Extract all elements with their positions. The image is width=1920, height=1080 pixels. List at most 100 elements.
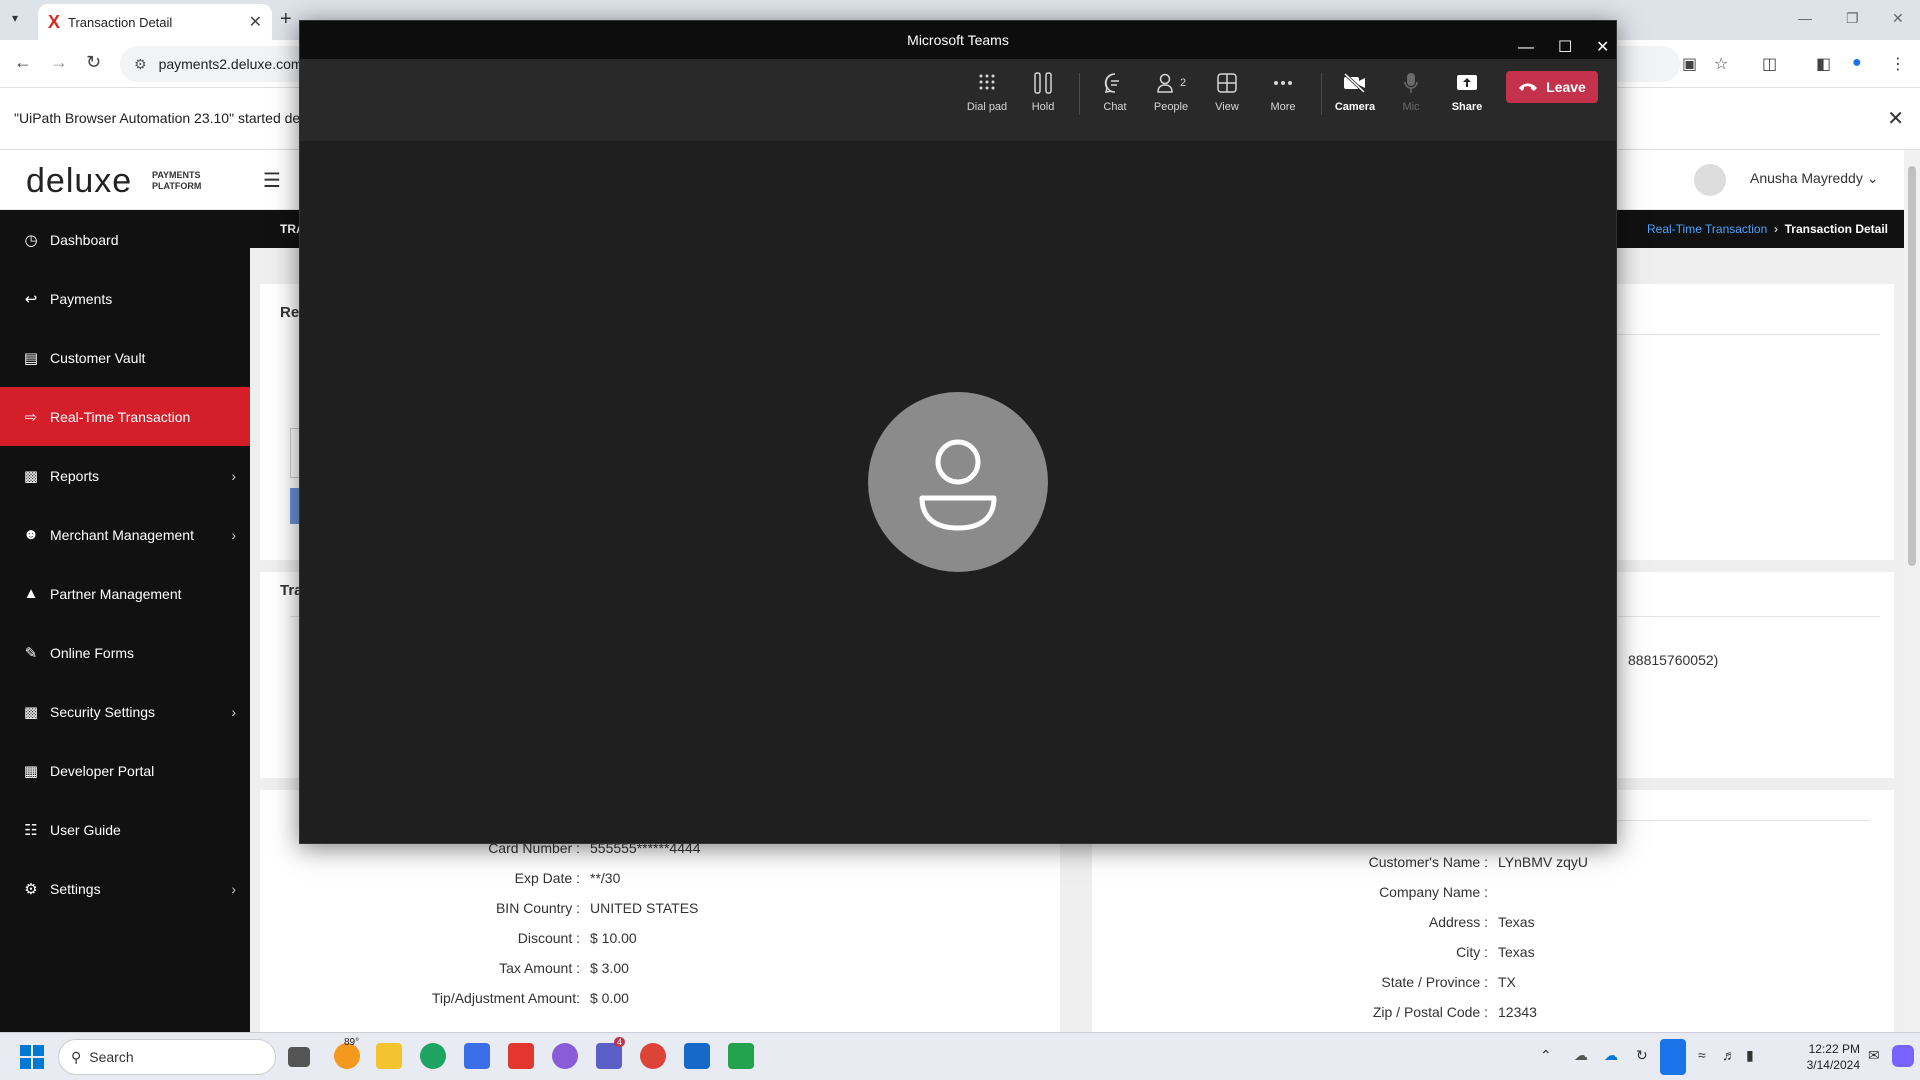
teams-titlebar[interactable]: Microsoft Teams — ☐ ✕ — [300, 21, 1616, 59]
page-scrollbar[interactable] — [1904, 150, 1920, 1032]
camera-button[interactable]: Camera — [1328, 69, 1382, 113]
pause-icon — [1016, 69, 1070, 97]
user-avatar[interactable] — [1694, 164, 1726, 196]
vault-icon: ▤ — [23, 349, 39, 367]
sidepanel-icon[interactable]: ◧ — [1816, 54, 1836, 74]
dialpad-label: Dial pad — [966, 101, 1008, 113]
sidebar-item-label: Online Forms — [50, 644, 135, 661]
sidebar-item-label: Reports — [50, 467, 100, 484]
task-view-icon[interactable] — [288, 1047, 310, 1067]
scrollbar-thumb[interactable] — [1908, 166, 1916, 566]
logo-subtitle: PAYMENTS PLATFORM — [152, 170, 201, 192]
sidebar-item-developer-portal[interactable]: ▦ Developer Portal — [0, 741, 250, 800]
wifi-icon[interactable]: ≈ — [1698, 1047, 1706, 1063]
battery-icon[interactable]: ▮ — [1746, 1047, 1754, 1064]
sidebar-item-reports[interactable]: ▩ Reports › — [0, 446, 250, 505]
profile-icon[interactable]: ● — [1852, 54, 1872, 74]
field-tax-amount: Tax Amount : $ 3.00 — [260, 960, 629, 976]
mic-tray-icon[interactable] — [1660, 1039, 1686, 1075]
sidebar-item-user-guide[interactable]: ☷ User Guide — [0, 800, 250, 859]
tab-title: Transaction Detail — [68, 14, 173, 30]
wps-icon[interactable] — [508, 1043, 534, 1069]
sidebar-item-label: Real-Time Transaction — [50, 408, 191, 425]
edge-icon[interactable] — [420, 1043, 446, 1069]
sidebar-item-settings[interactable]: ⚙ Settings › — [0, 859, 250, 918]
sidebar-item-security-settings[interactable]: ▩ Security Settings › — [0, 682, 250, 741]
file-explorer-icon[interactable] — [376, 1043, 402, 1069]
tab-search-icon[interactable]: ▾ — [12, 11, 18, 25]
field-company-name: Company Name : — [1092, 884, 1498, 900]
menu-kebab-icon[interactable]: ⋮ — [1890, 54, 1910, 74]
sidebar-item-dashboard[interactable]: ◷ Dashboard — [0, 210, 250, 269]
leave-call-button[interactable]: Leave — [1506, 71, 1598, 103]
sidebar-item-merchant-management[interactable]: ☻ Merchant Management › — [0, 505, 250, 564]
guide-icon: ☷ — [24, 821, 38, 839]
tray-chevron-icon[interactable]: ⌃ — [1540, 1047, 1552, 1064]
cloud-icon[interactable]: ☁ — [1574, 1047, 1588, 1064]
uipath-icon[interactable] — [728, 1043, 754, 1069]
dialpad-button[interactable]: Dial pad — [960, 69, 1014, 113]
volume-icon[interactable]: ♬ — [1722, 1047, 1736, 1063]
card-icon[interactable]: ▣ — [1682, 54, 1702, 74]
field-label: Customer's Name : — [1368, 854, 1488, 870]
new-tab-button[interactable]: + — [280, 8, 292, 31]
forward-icon[interactable]: → — [50, 52, 68, 73]
store-icon[interactable] — [464, 1043, 490, 1069]
minimize-icon[interactable]: — — [1798, 10, 1812, 26]
field-value: **/30 — [590, 870, 621, 886]
tab-close-icon[interactable]: ✕ — [249, 12, 262, 32]
sync-icon[interactable]: ↻ — [1636, 1047, 1648, 1064]
windows-start-icon[interactable] — [20, 1045, 44, 1069]
breadcrumb-link[interactable]: Real-Time Transaction — [1647, 222, 1767, 236]
field-value: UNITED STATES — [590, 900, 699, 916]
mic-button[interactable]: Mic — [1384, 69, 1438, 113]
notification-bell-icon[interactable]: ✉ — [1868, 1047, 1880, 1064]
restore-icon[interactable]: ❐ — [1846, 10, 1859, 27]
sidebar-item-online-forms[interactable]: ✎ Online Forms — [0, 623, 250, 682]
person-icon — [919, 439, 997, 531]
chat-button[interactable]: Chat — [1088, 69, 1142, 113]
sidebar-item-partner-management[interactable]: ▲ Partner Management — [0, 564, 250, 623]
extensions-icon[interactable]: ◫ — [1762, 54, 1782, 74]
chrome-icon[interactable] — [640, 1043, 666, 1069]
back-icon[interactable]: ← — [14, 52, 32, 73]
copilot-icon[interactable] — [1892, 1045, 1914, 1067]
card-title: Re — [280, 304, 300, 321]
deluxe-logo[interactable]: deluxe — [26, 162, 132, 201]
field-label: Tax Amount : — [499, 960, 580, 976]
people-button[interactable]: 2 People — [1144, 69, 1198, 113]
field-value: Texas — [1498, 944, 1535, 960]
reports-icon: ▩ — [23, 467, 39, 485]
sidebar-item-customer-vault[interactable]: ▤ Customer Vault — [0, 328, 250, 387]
magnifier-app-icon[interactable] — [552, 1043, 578, 1069]
field-label: State / Province : — [1381, 974, 1488, 990]
onedrive-icon[interactable]: ☁ — [1604, 1047, 1618, 1064]
taskbar-search[interactable]: ⚲ Search — [58, 1039, 276, 1075]
sidebar-item-real-time-transaction[interactable]: ⇨ Real-Time Transaction — [0, 387, 250, 446]
field-label: Tip/Adjustment Amount: — [431, 990, 580, 1006]
hold-button[interactable]: Hold — [1016, 69, 1070, 113]
more-button[interactable]: More — [1256, 69, 1310, 113]
view-button[interactable]: View — [1200, 69, 1254, 113]
bookmark-star-icon[interactable]: ☆ — [1714, 54, 1734, 74]
sidebar-item-payments[interactable]: ↩ Payments — [0, 269, 250, 328]
skype-icon[interactable] — [684, 1043, 710, 1069]
field-bin-country: BIN Country : UNITED STATES — [260, 900, 698, 916]
divider — [1580, 334, 1880, 335]
reload-icon[interactable]: ↻ — [86, 52, 101, 73]
infobar-close-icon[interactable]: ✕ — [1887, 106, 1904, 131]
sidebar-item-label: Settings — [50, 880, 101, 897]
site-info-icon[interactable]: ⚙ — [134, 56, 147, 73]
browser-tab[interactable]: X Transaction Detail ✕ — [38, 4, 272, 40]
camera-off-icon — [1328, 69, 1382, 97]
people-count: 2 — [1179, 77, 1187, 89]
hamburger-menu-icon[interactable]: ☰ — [263, 168, 281, 193]
clock-time: 12:22 PM — [1808, 1042, 1860, 1056]
user-name-menu[interactable]: Anusha Mayreddy ⌄ — [1750, 170, 1878, 187]
field-label: BIN Country : — [495, 900, 580, 916]
taskbar-clock[interactable]: 12:22 PM 3/14/2024 — [1776, 1041, 1860, 1073]
teams-call-window[interactable]: Microsoft Teams — ☐ ✕ Dial pad Hold Chat — [299, 20, 1617, 844]
security-icon: ▩ — [23, 703, 39, 721]
share-button[interactable]: Share — [1440, 69, 1494, 113]
close-window-icon[interactable]: ✕ — [1892, 10, 1904, 27]
